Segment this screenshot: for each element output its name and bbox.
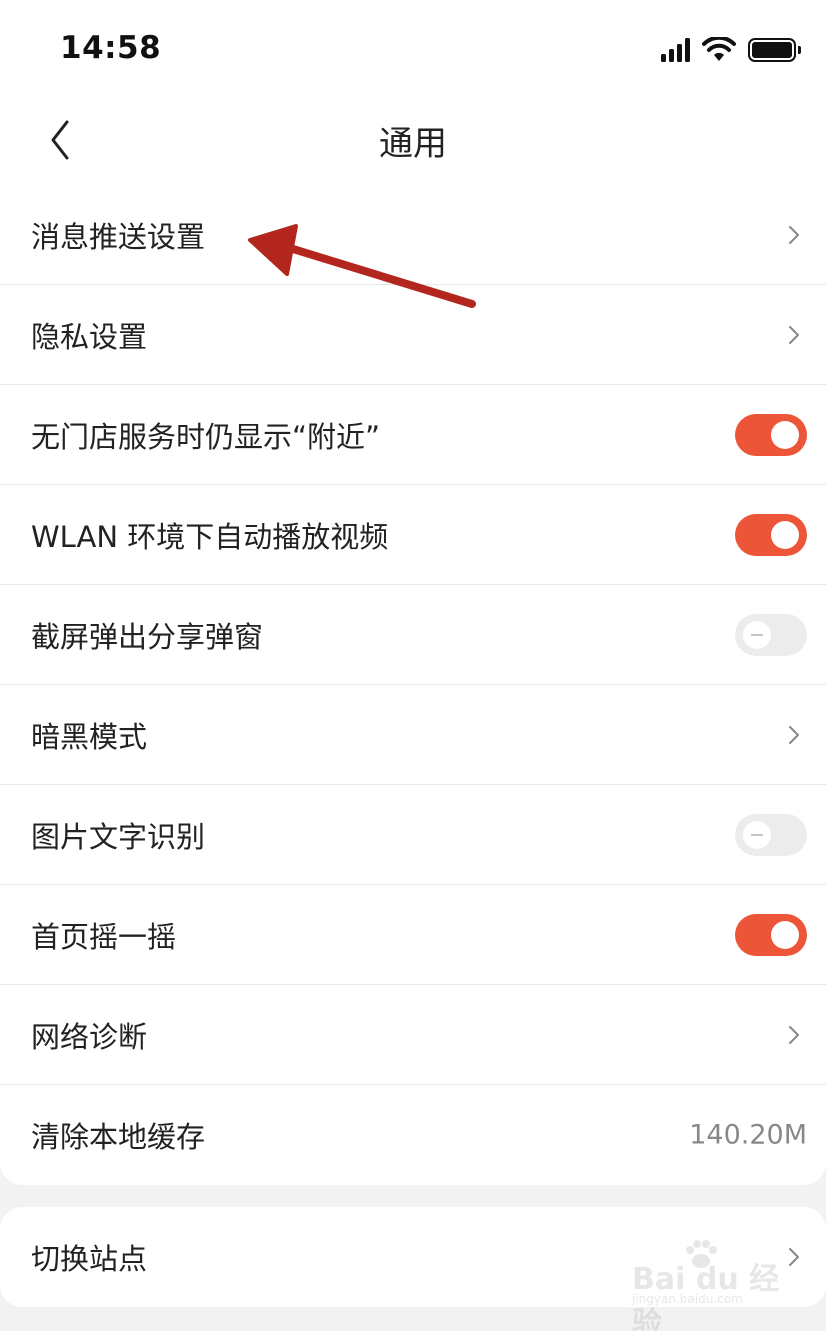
settings-screen: 14:58 通用 消息推送设置 隐私设置 无门店服务时仍显示“附近” WLAN … <box>0 0 826 1331</box>
row-clear-cache[interactable]: 清除本地缓存 140.20M <box>0 1085 826 1185</box>
baidu-jingyan-watermark: Bai du 经验 jingyan.baidu.com <box>632 1240 782 1331</box>
row-image-text-recognition: 图片文字识别 <box>0 785 826 885</box>
row-label: 网络诊断 <box>31 1020 148 1054</box>
row-label: 图片文字识别 <box>31 820 206 854</box>
row-push-settings[interactable]: 消息推送设置 <box>0 185 826 285</box>
row-label: WLAN 环境下自动播放视频 <box>31 520 389 554</box>
row-label: 切换站点 <box>31 1242 148 1276</box>
row-label: 截屏弹出分享弹窗 <box>31 620 264 654</box>
status-icons <box>661 36 801 64</box>
chevron-right-icon <box>789 326 799 344</box>
row-label: 清除本地缓存 <box>31 1120 206 1154</box>
battery-icon <box>748 38 801 62</box>
home-shake-toggle[interactable] <box>735 914 807 956</box>
row-label: 无门店服务时仍显示“附近” <box>31 420 381 454</box>
row-network-diagnosis[interactable]: 网络诊断 <box>0 985 826 1085</box>
watermark-subtext: jingyan.baidu.com <box>632 1292 743 1306</box>
wlan-autoplay-toggle[interactable] <box>735 514 807 556</box>
status-time: 14:58 <box>60 30 162 66</box>
chevron-right-icon <box>789 1248 799 1266</box>
row-dark-mode[interactable]: 暗黑模式 <box>0 685 826 785</box>
navigation-bar: 通用 <box>0 100 826 185</box>
screenshot-share-toggle[interactable] <box>735 614 807 656</box>
row-label: 消息推送设置 <box>31 220 206 254</box>
show-nearby-toggle[interactable] <box>735 414 807 456</box>
image-text-recognition-toggle[interactable] <box>735 814 807 856</box>
settings-list: 消息推送设置 隐私设置 无门店服务时仍显示“附近” WLAN 环境下自动播放视频… <box>0 185 826 1185</box>
row-label: 暗黑模式 <box>31 720 148 754</box>
wifi-icon <box>702 37 736 61</box>
row-wlan-autoplay: WLAN 环境下自动播放视频 <box>0 485 826 585</box>
row-label: 隐私设置 <box>31 320 148 354</box>
row-screenshot-share: 截屏弹出分享弹窗 <box>0 585 826 685</box>
row-label: 首页摇一摇 <box>31 920 177 954</box>
row-show-nearby: 无门店服务时仍显示“附近” <box>0 385 826 485</box>
chevron-right-icon <box>789 226 799 244</box>
row-privacy-settings[interactable]: 隐私设置 <box>0 285 826 385</box>
cache-size-value: 140.20M <box>689 1119 807 1151</box>
status-bar: 14:58 <box>0 0 826 100</box>
header-area: 14:58 通用 <box>0 0 826 185</box>
cellular-signal-icon <box>661 38 690 62</box>
page-title: 通用 <box>379 124 447 164</box>
row-home-shake: 首页摇一摇 <box>0 885 826 985</box>
chevron-right-icon <box>789 726 799 744</box>
chevron-right-icon <box>789 1026 799 1044</box>
